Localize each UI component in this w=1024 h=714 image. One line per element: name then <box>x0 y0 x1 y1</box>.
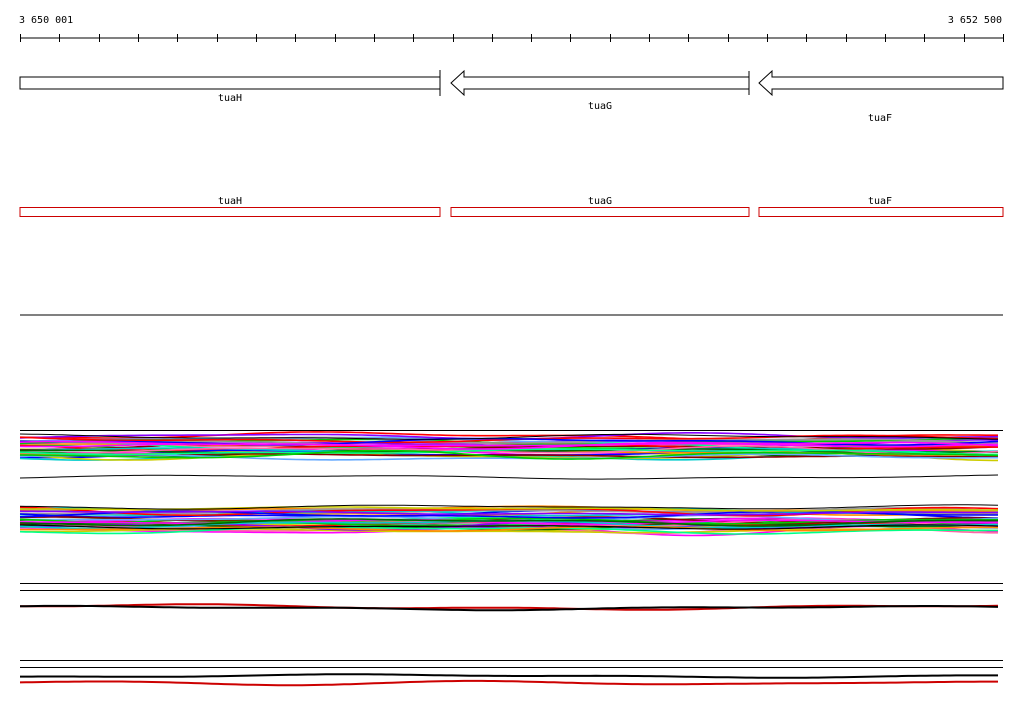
gene-arrow-tuaf[interactable] <box>758 69 1004 97</box>
cds-label-tuaf: tuaF <box>868 196 892 207</box>
ruler-end-label: 3 652 500 <box>948 15 1002 26</box>
expression-profiles <box>19 430 1003 687</box>
gene-track: tuaH tuaG tuaF <box>19 69 1004 124</box>
cds-label-tuah: tuaH <box>218 196 242 207</box>
genome-browser-view: 3 650 001 3 652 500 tuaH tuaG tuaF tuaH … <box>19 15 1004 687</box>
gene-label-tuah: tuaH <box>218 93 242 104</box>
cds-box-tuaf[interactable] <box>758 207 1004 217</box>
cds-box-tuah[interactable] <box>19 207 441 217</box>
gene-label-tuag: tuaG <box>588 101 612 112</box>
profile-4-red-line <box>19 679 998 687</box>
gene-arrow-tuag[interactable] <box>450 69 750 97</box>
ruler-start-label: 3 650 001 <box>19 15 73 26</box>
profile-4-black-line <box>20 673 998 679</box>
coordinate-ruler: 3 650 001 3 652 500 <box>19 15 1004 42</box>
profile-1-lower-envelope <box>19 474 999 480</box>
cds-label-tuag: tuaG <box>588 196 612 207</box>
cds-track: tuaH tuaG tuaF <box>19 196 1004 217</box>
cds-box-tuag[interactable] <box>450 207 750 217</box>
gene-label-tuaf: tuaF <box>868 113 892 124</box>
